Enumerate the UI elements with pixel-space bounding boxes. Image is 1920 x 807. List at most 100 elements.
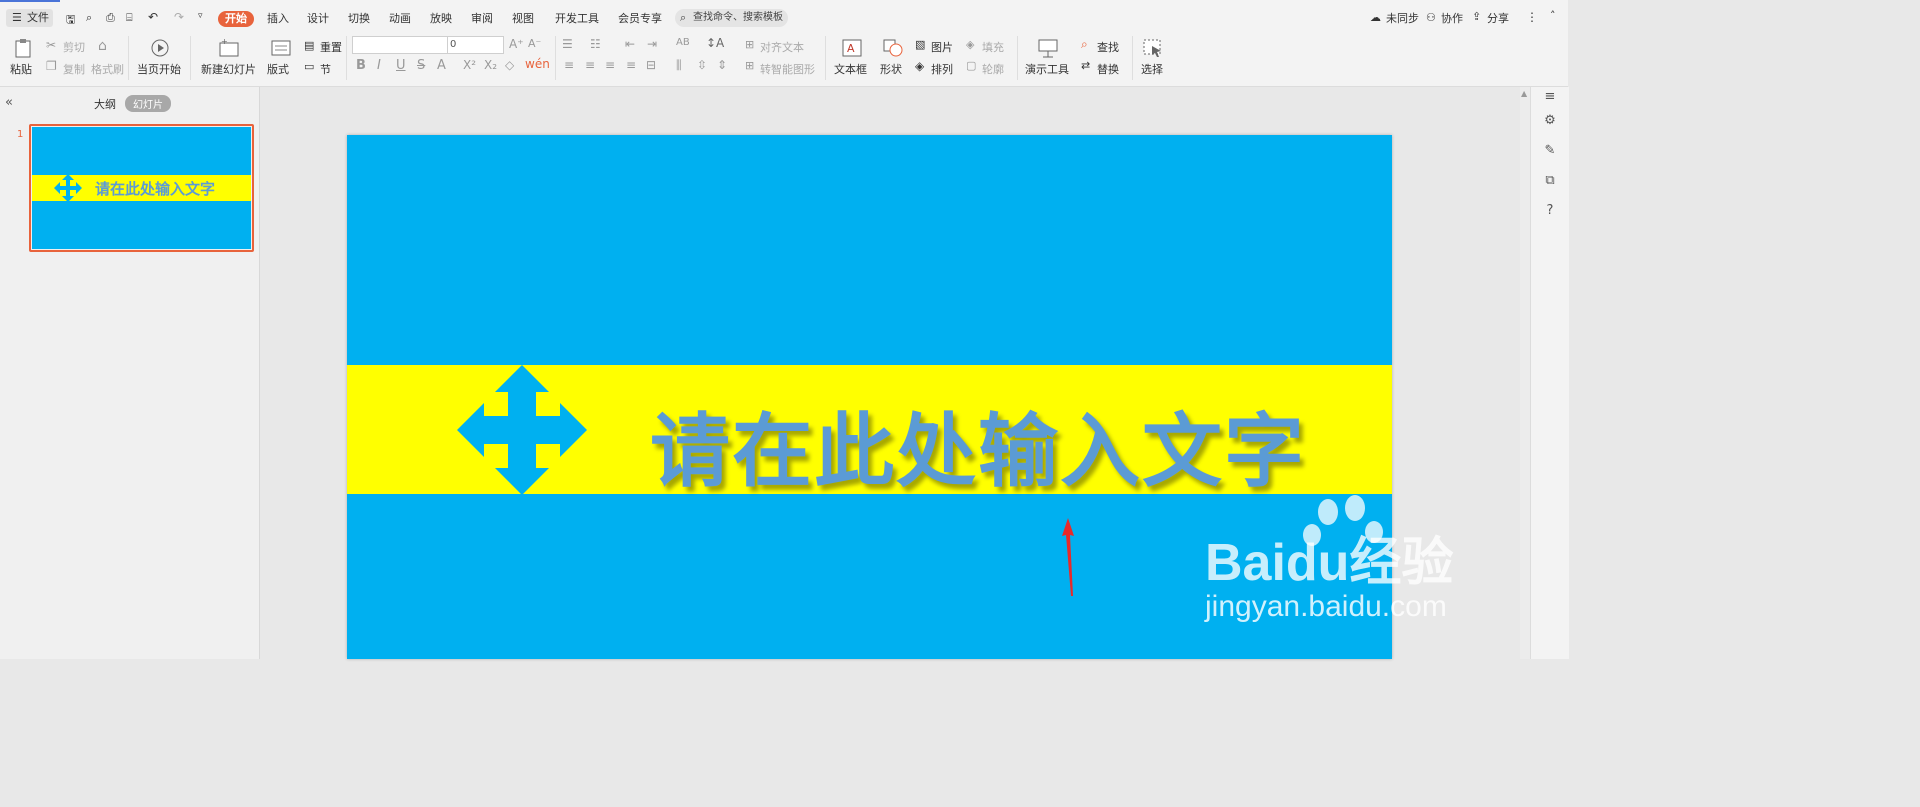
paste-button[interactable]: 粘贴 [10,61,32,77]
outline-button[interactable]: 轮廓 [982,61,1004,77]
play-icon[interactable] [150,38,170,58]
align-right-icon[interactable]: ≡ [605,58,615,72]
section-button[interactable]: 节 [320,61,331,77]
scroll-up-icon[interactable]: ▲ [1521,89,1527,98]
picture-button[interactable]: 图片 [931,39,953,55]
slide-thumbnail[interactable]: 请在此处输入文字 [29,124,254,252]
align-center-icon[interactable]: ≡ [585,58,595,72]
tab-view[interactable]: 视图 [512,11,534,27]
command-search[interactable]: ⌕ 查找命令、搜索模板 [675,9,788,27]
arrange-button[interactable]: 排列 [931,61,953,77]
more-icon[interactable]: ⋮ [1526,10,1538,24]
fill-button[interactable]: 填充 [982,39,1004,55]
select-icon[interactable] [1143,38,1163,58]
tab-slideshow[interactable]: 放映 [430,11,452,27]
italic-icon[interactable]: I [377,58,381,73]
slide-title-text[interactable]: 请在此处输入文字 [650,387,1306,503]
format-painter-button[interactable]: 格式刷 [91,61,124,77]
font-family-select[interactable] [352,36,448,54]
outline-tab[interactable]: 大纲 [94,96,116,112]
smartart-button[interactable]: 转智能图形 [760,61,815,77]
section-icon[interactable]: ▭ [304,60,314,73]
help-icon[interactable]: ? [1543,204,1557,218]
replace-button[interactable]: 替换 [1097,61,1119,77]
tab-developer[interactable]: 开发工具 [555,11,599,27]
picture-icon[interactable]: ▧ [915,38,925,51]
text-direction-icon[interactable]: AB [676,37,690,48]
subscript-icon[interactable]: X₂ [484,58,497,72]
tab-review[interactable]: 审阅 [471,11,493,27]
move-arrow-shape[interactable] [457,365,587,495]
cloud-icon[interactable]: ☁ [1370,11,1381,24]
tab-insert[interactable]: 插入 [267,11,289,27]
presentation-tool-button[interactable]: 演示工具 [1025,61,1069,77]
sync-status[interactable]: 未同步 [1386,10,1419,28]
collapse-ribbon-icon[interactable]: ˄ [1550,9,1556,22]
slides-tab[interactable]: 幻灯片 [125,95,171,112]
layout-button[interactable]: 版式 [267,61,289,77]
save-icon[interactable]: 🖫 [66,11,75,30]
cut-button[interactable]: 剪切 [63,39,85,55]
yellow-band[interactable]: 请在此处输入文字 [347,365,1392,498]
vertical-scrollbar[interactable]: ▲ [1520,87,1530,659]
print-preview-icon[interactable]: ⌸ [126,11,133,25]
play-from-current-button[interactable]: 当页开始 [137,61,181,77]
collapse-panel-icon[interactable]: « [5,95,13,110]
presentation-tool-icon[interactable] [1038,38,1058,58]
bullet-list-icon[interactable]: ☰ [562,37,573,51]
slide-switch-icon[interactable]: ⧉ [1543,174,1557,188]
number-list-icon[interactable]: ☷ [590,37,601,51]
bold-icon[interactable]: B [356,58,366,73]
customize-icon[interactable]: ▿ [198,11,203,21]
tab-home[interactable]: 开始 [218,11,254,27]
share-button[interactable]: 分享 [1487,10,1509,28]
line-space-icon[interactable]: ⇕ [717,58,727,72]
file-menu-button[interactable]: ☰ 文件 [6,9,53,27]
new-slide-icon[interactable]: + [218,37,240,58]
new-slide-button[interactable]: 新建幻灯片 [201,61,256,77]
tab-design[interactable]: 设计 [307,11,329,27]
reset-button[interactable]: 重置 [320,39,342,55]
justify-icon[interactable]: ≡ [626,58,636,72]
phonetic-icon[interactable]: wén [525,57,550,71]
column-icon[interactable]: ⫼ [676,58,682,73]
align-text-button[interactable]: 对齐文本 [760,39,804,55]
share-icon[interactable]: ⇪ [1472,10,1481,23]
copy-icon[interactable]: ❐ [46,59,57,73]
align-left-icon[interactable]: ≡ [564,58,574,72]
replace-icon[interactable]: ⇄ [1081,59,1090,72]
shrink-font-icon[interactable]: A⁻ [528,37,541,50]
properties-icon[interactable]: ⚙ [1543,114,1557,128]
tab-animation[interactable]: 动画 [389,11,411,27]
collab-icon[interactable]: ⚇ [1426,11,1436,24]
align-text-icon[interactable]: ⊞ [745,38,754,51]
tab-member[interactable]: 会员专享 [618,11,662,27]
layout-icon[interactable] [271,38,291,58]
find-icon[interactable]: ⌕ [1081,37,1088,52]
shape-button[interactable]: 形状 [880,61,902,77]
scissors-icon[interactable]: ✂ [46,38,56,52]
undo-icon[interactable]: ↶ [148,10,158,24]
tab-transition[interactable]: 切换 [348,11,370,27]
arrange-icon[interactable]: ◈ [915,59,924,73]
superscript-icon[interactable]: X² [463,58,476,72]
font-size-select[interactable]: 0 [447,36,504,54]
redo-icon[interactable]: ↷ [174,10,184,24]
outdent-icon[interactable]: ⇤ [625,37,635,51]
paste-icon[interactable] [14,38,32,58]
print-icon[interactable]: ⎙ [106,11,115,25]
copy-button[interactable]: 复制 [63,61,85,77]
fill-icon[interactable]: ◈ [966,38,974,51]
textbox-icon[interactable]: A [842,38,862,58]
strikethrough-icon[interactable]: S [417,58,425,73]
para-spacing-icon[interactable]: ⇳ [697,58,707,72]
underline-icon[interactable]: U [396,58,406,73]
brush-icon[interactable]: ⌂ [98,38,107,54]
textbox-button[interactable]: 文本框 [834,61,867,77]
select-button[interactable]: 选择 [1141,61,1163,77]
shape-icon[interactable] [882,38,904,58]
reset-icon[interactable]: ▤ [304,39,314,52]
smartart-icon[interactable]: ⊞ [745,59,754,72]
menu-lines-icon[interactable]: ≡ [1543,90,1557,104]
distribute-icon[interactable]: ⊟ [646,58,656,72]
